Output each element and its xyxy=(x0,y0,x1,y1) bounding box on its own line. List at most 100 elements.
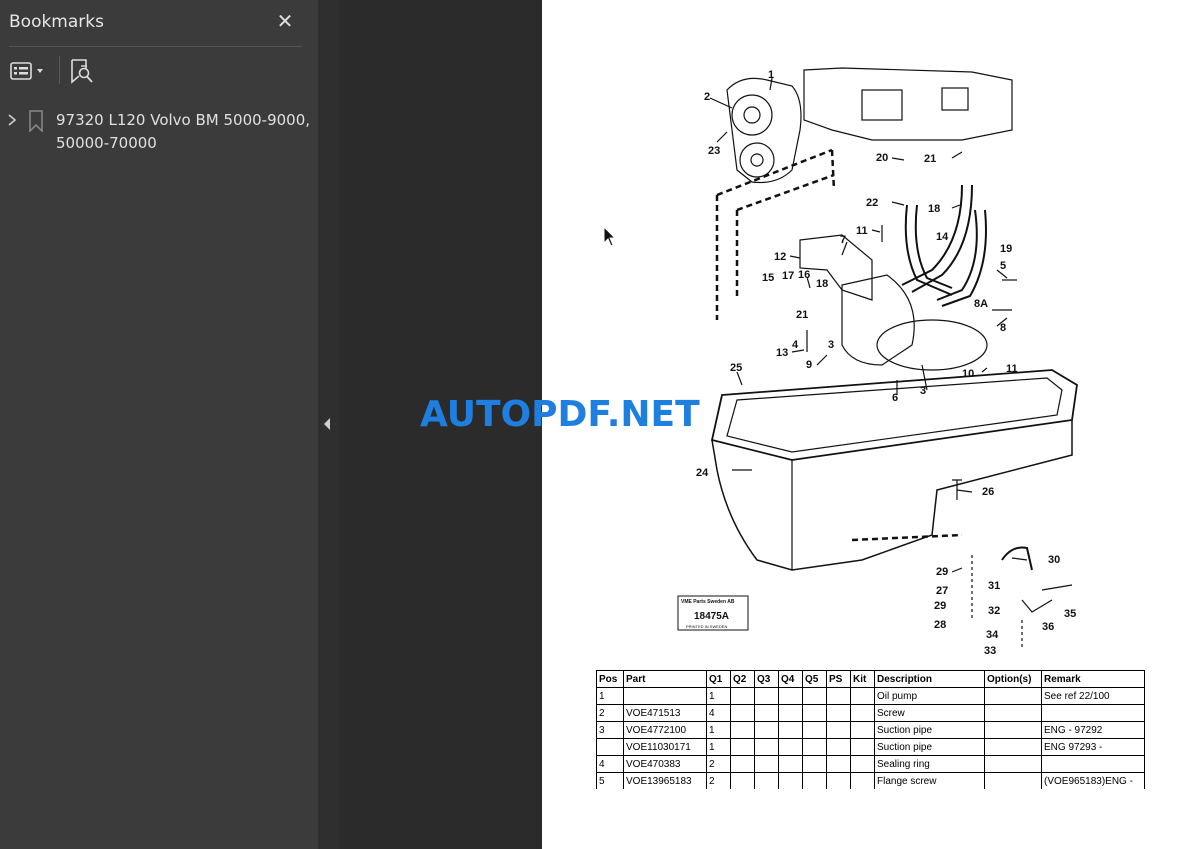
cell-remark: ENG 97293 - xyxy=(1041,738,1145,756)
cell-q2 xyxy=(730,755,755,773)
cell-ps xyxy=(826,738,851,756)
mouse-cursor-icon xyxy=(603,226,617,247)
cell-q2 xyxy=(730,704,755,722)
cell-ps xyxy=(826,772,851,789)
cell-q1: 4 xyxy=(706,704,731,722)
cell-pos: 2 xyxy=(596,704,624,722)
callout-3b: 3 xyxy=(920,385,926,397)
cell-q5 xyxy=(802,772,827,789)
table-row: 5 VOE13965183 2 Flange screw (VOE965183)… xyxy=(596,772,1145,789)
publisher-stamp: VME Parts Sweden AB 18475A PRINTED IN SW… xyxy=(677,595,749,631)
cell-q2 xyxy=(730,738,755,756)
table-row: 3 VOE4772100 1 Suction pipe ENG - 97292 xyxy=(596,721,1145,739)
cell-q3 xyxy=(754,755,779,773)
col-q3: Q3 xyxy=(754,670,779,688)
toolbar-divider xyxy=(59,56,60,84)
chevron-right-icon[interactable] xyxy=(5,113,19,127)
cell-q3 xyxy=(754,687,779,705)
cell-q1: 2 xyxy=(706,755,731,773)
cell-q4 xyxy=(778,772,803,789)
cell-kit xyxy=(850,687,875,705)
collapse-panel-icon[interactable] xyxy=(324,418,330,430)
cell-part: VOE471513 xyxy=(623,704,707,722)
cell-q3 xyxy=(754,704,779,722)
cell-q1: 1 xyxy=(706,738,731,756)
cell-pos: 1 xyxy=(596,687,624,705)
bookmark-label: 97320 L120 Volvo BM 5000-9000, 50000-700… xyxy=(56,109,314,155)
cell-ps xyxy=(826,721,851,739)
callout-3: 3 xyxy=(828,339,834,351)
callout-6: 6 xyxy=(892,392,898,404)
callout-30: 30 xyxy=(1048,554,1060,566)
bookmark-icon xyxy=(29,110,43,132)
cell-kit xyxy=(850,755,875,773)
callout-26: 26 xyxy=(982,486,994,498)
cell-q4 xyxy=(778,755,803,773)
cell-pos: 5 xyxy=(596,772,624,789)
oil-pan-flange xyxy=(710,369,1078,461)
callout-12: 12 xyxy=(774,251,786,263)
find-bookmark-button[interactable] xyxy=(68,56,96,86)
cell-part xyxy=(623,687,707,705)
callout-18: 18 xyxy=(928,203,940,215)
callout-18b: 18 xyxy=(816,278,828,290)
cell-q1: 1 xyxy=(706,721,731,739)
col-remark: Remark xyxy=(1041,670,1145,688)
callout-31: 31 xyxy=(988,580,1000,592)
cell-options xyxy=(984,755,1042,773)
watermark-text: AUTOPDF.NET xyxy=(420,394,700,435)
cell-q5 xyxy=(802,755,827,773)
callout-9: 9 xyxy=(806,359,812,371)
callout-19: 19 xyxy=(1000,243,1012,255)
list-options-button[interactable] xyxy=(9,56,47,86)
callout-1: 1 xyxy=(768,69,774,81)
col-ps: PS xyxy=(826,670,851,688)
cell-options xyxy=(984,704,1042,722)
callout-21: 21 xyxy=(924,153,936,165)
col-q2: Q2 xyxy=(730,670,755,688)
cell-q5 xyxy=(802,687,827,705)
close-icon[interactable]: ✕ xyxy=(274,10,296,32)
table-row: 1 1 Oil pump See ref 22/100 xyxy=(596,687,1145,705)
callout-11b: 11 xyxy=(1006,363,1018,375)
cell-description: Screw xyxy=(874,704,985,722)
cell-q3 xyxy=(754,738,779,756)
callout-7: 7 xyxy=(840,234,846,246)
callout-24: 24 xyxy=(696,467,709,479)
callout-33: 33 xyxy=(984,645,996,657)
parts-diagram: 1 2 23 20 21 22 18 11 14 19 7 12 16 17 1… xyxy=(677,67,1078,657)
bookmarks-panel: Bookmarks ✕ 97320 L120 Volvo BM 5000-900… xyxy=(0,0,318,849)
callout-28: 28 xyxy=(934,619,946,631)
cell-q4 xyxy=(778,687,803,705)
col-pos: Pos xyxy=(596,670,624,688)
parts-table: Pos Part Q1 Q2 Q3 Q4 Q5 PS Kit Descripti… xyxy=(596,670,1145,789)
table-row: 4 VOE470383 2 Sealing ring xyxy=(596,755,1145,773)
col-q4: Q4 xyxy=(778,670,803,688)
cell-q3 xyxy=(754,721,779,739)
bookmark-label-line2: 50000-70000 xyxy=(56,134,157,152)
cell-part: VOE11030171 xyxy=(623,738,707,756)
cell-q4 xyxy=(778,721,803,739)
callout-32: 32 xyxy=(988,605,1000,617)
cell-q4 xyxy=(778,704,803,722)
col-q5: Q5 xyxy=(802,670,827,688)
col-kit: Kit xyxy=(850,670,875,688)
cell-q1: 1 xyxy=(706,687,731,705)
cell-q2 xyxy=(730,772,755,789)
callout-21b: 21 xyxy=(796,309,808,321)
callout-14: 14 xyxy=(936,231,949,243)
bracket xyxy=(799,234,873,301)
stamp-number: 18475A xyxy=(694,611,729,622)
cell-part: VOE13965183 xyxy=(623,772,707,789)
bookmark-label-line1: 97320 L120 Volvo BM 5000-9000, xyxy=(56,111,311,129)
cell-remark: ENG - 97292 xyxy=(1041,721,1145,739)
bookmark-item[interactable]: 97320 L120 Volvo BM 5000-9000, 50000-700… xyxy=(0,108,318,158)
cell-q3 xyxy=(754,772,779,789)
callout-8: 8 xyxy=(1000,322,1006,334)
callout-34: 34 xyxy=(986,629,999,641)
divider xyxy=(9,46,302,47)
callout-35: 35 xyxy=(1064,608,1076,620)
callout-13: 13 xyxy=(776,347,788,359)
callout-16: 16 xyxy=(798,269,810,281)
callout-29: 29 xyxy=(936,566,948,578)
